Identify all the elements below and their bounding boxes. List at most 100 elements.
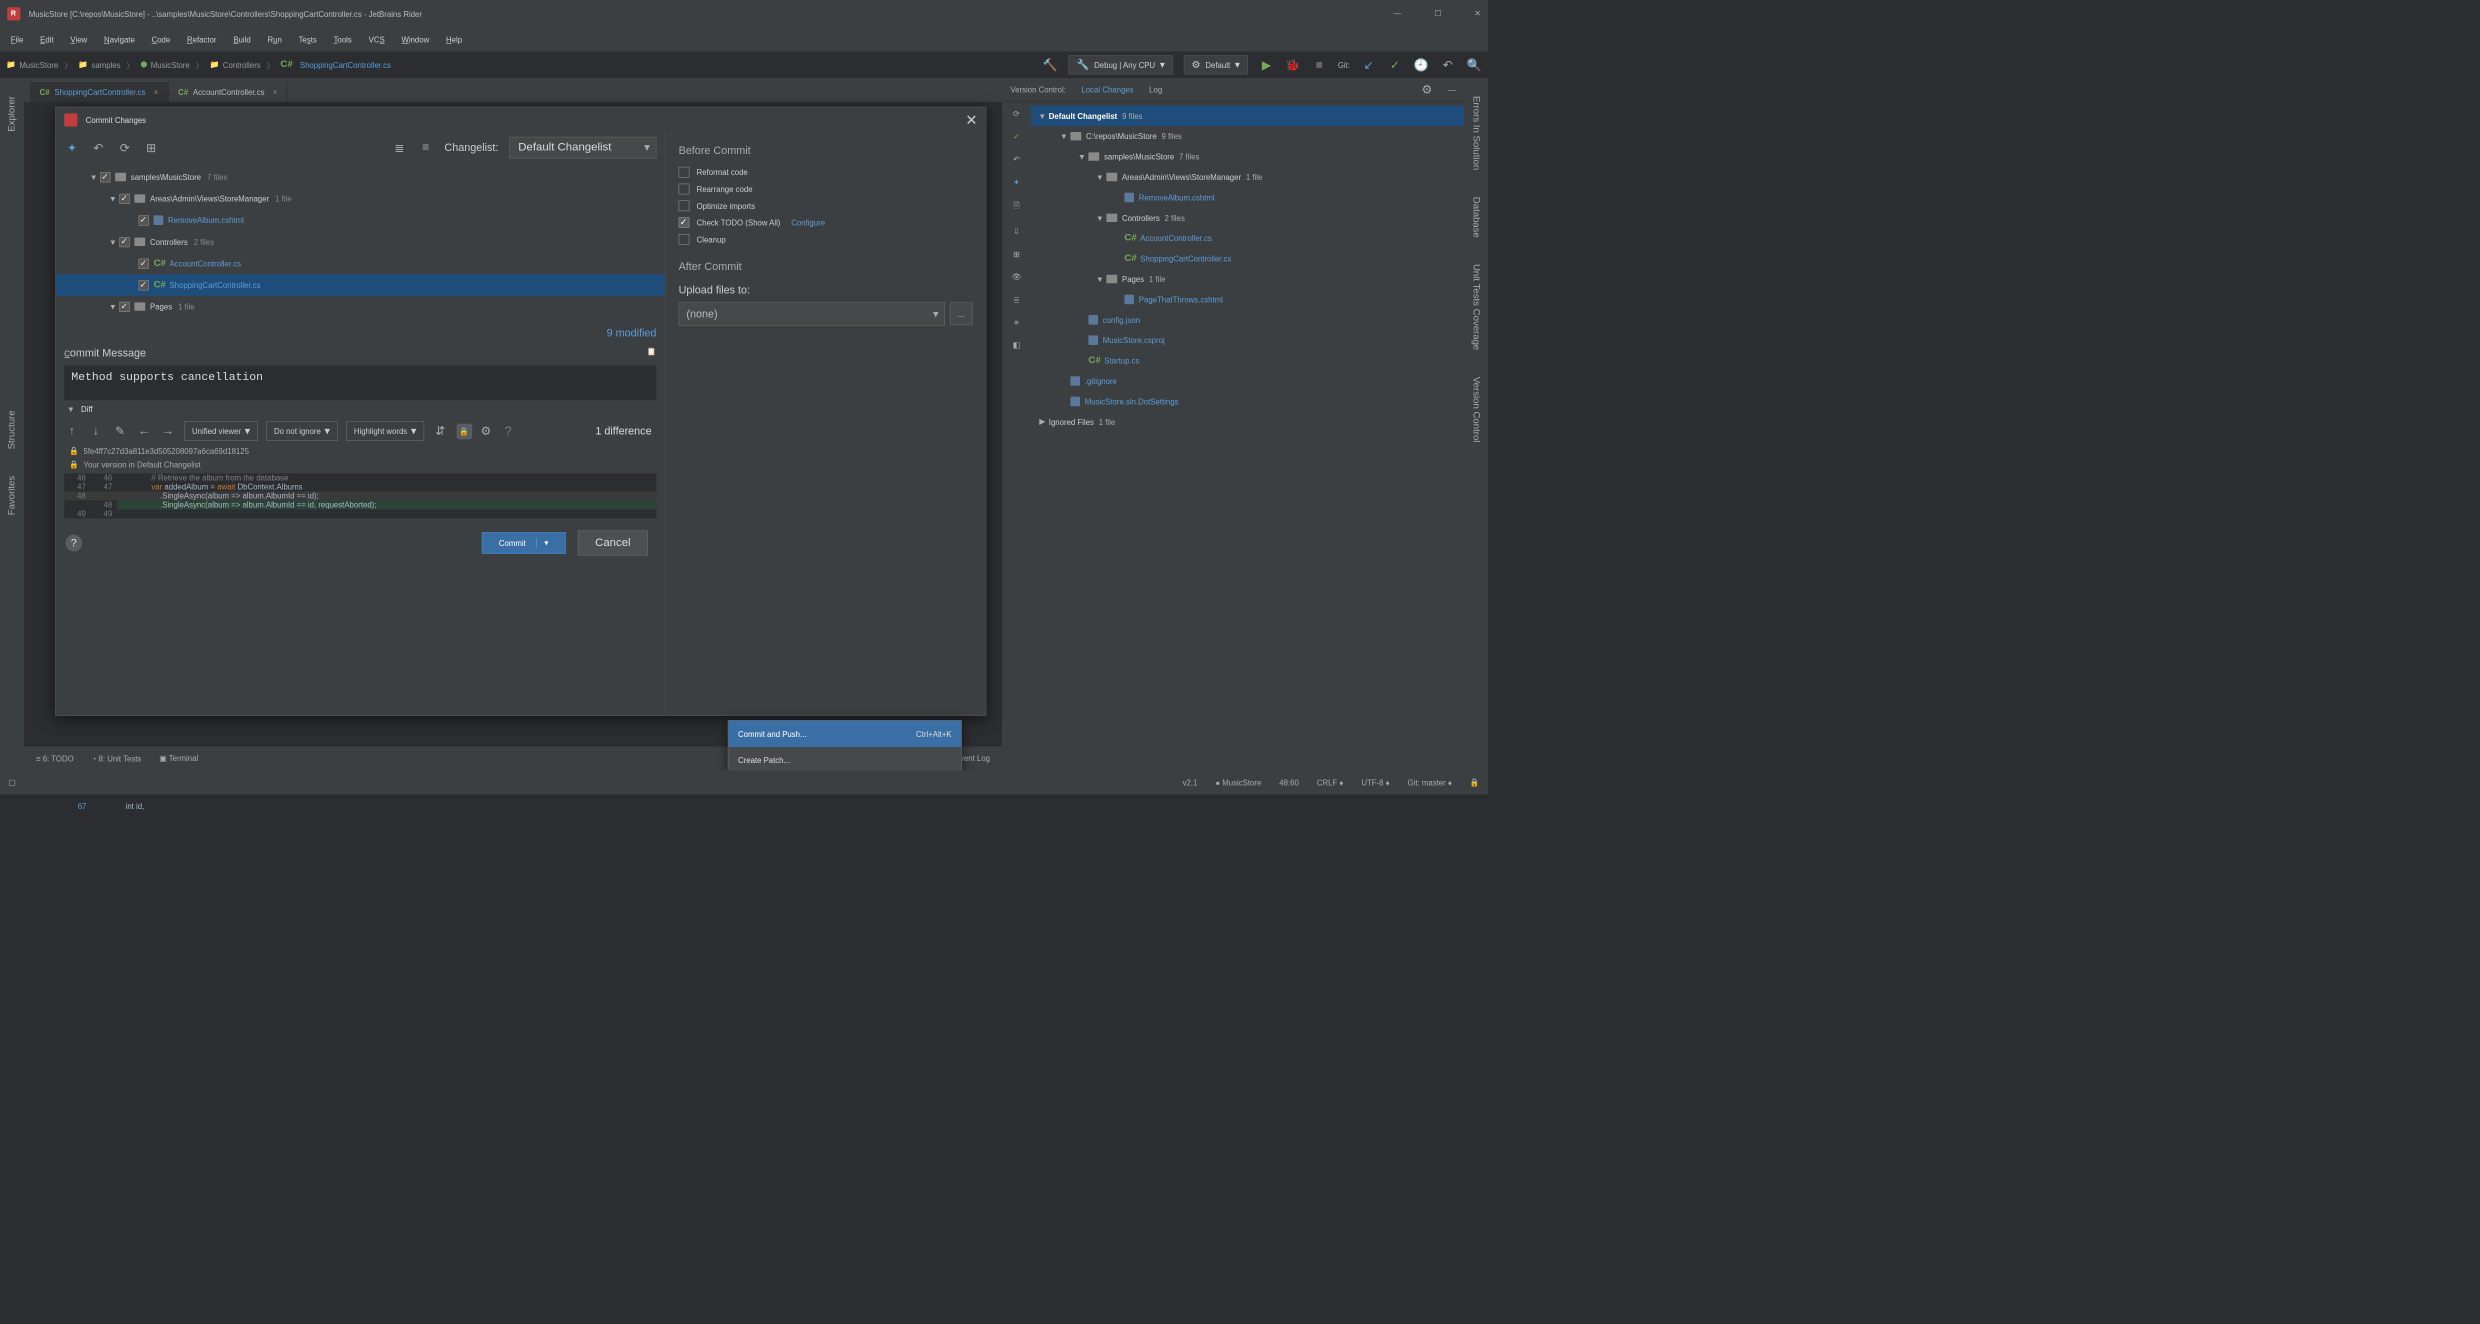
group-icon[interactable]: ⊞ bbox=[143, 140, 159, 156]
vc-tree-row[interactable]: RemoveAlbum.cshtml bbox=[1031, 187, 1464, 207]
close-icon[interactable]: × bbox=[154, 88, 159, 97]
run-icon[interactable]: ▶ bbox=[1259, 57, 1275, 73]
menu-window[interactable]: Window bbox=[401, 35, 429, 44]
changelist-select[interactable]: Default Changelist bbox=[509, 137, 656, 159]
collapse-unchanged-icon[interactable]: ⇵ bbox=[432, 423, 448, 439]
configure-link[interactable]: Configure bbox=[791, 218, 825, 227]
tool-terminal[interactable]: ▣ Terminal bbox=[159, 754, 198, 764]
gear-icon[interactable]: ⚙ bbox=[480, 424, 491, 439]
collapse-icon[interactable]: ≡ bbox=[418, 140, 434, 156]
maximize-button[interactable]: ☐ bbox=[1434, 9, 1441, 19]
menu-tools[interactable]: Tools bbox=[334, 35, 352, 44]
highlight-select[interactable]: Highlight words ▾ bbox=[346, 421, 424, 441]
back-icon[interactable]: ← bbox=[136, 423, 152, 439]
tab-shoppingcart[interactable]: C#ShoppingCartController.cs× bbox=[30, 82, 169, 102]
status-git-branch[interactable]: Git: master ♦ bbox=[1408, 778, 1452, 787]
vcs-update-icon[interactable]: ↙ bbox=[1361, 57, 1377, 73]
reload-icon[interactable]: ⟳ bbox=[117, 140, 133, 156]
checkbox[interactable] bbox=[100, 172, 110, 182]
changes-tree-row[interactable]: ▼Areas\Admin\Views\StoreManager1 file bbox=[56, 188, 665, 210]
menu-file[interactable]: File bbox=[11, 35, 24, 44]
search-icon[interactable]: 🔍 bbox=[1466, 57, 1482, 73]
menu-code[interactable]: Code bbox=[152, 35, 171, 44]
rail-tests-coverage[interactable]: Unit Tests Coverage bbox=[1471, 264, 1482, 350]
status-lock-icon[interactable]: 🔒 bbox=[1470, 778, 1480, 788]
vc-tree-row[interactable]: ▼C:\repos\MusicStore9 files bbox=[1031, 126, 1464, 146]
tool-unit-tests[interactable]: ◔ 8: Unit Tests bbox=[92, 754, 142, 763]
revert-icon[interactable]: ↶ bbox=[1013, 155, 1020, 165]
run-config-select[interactable]: 🔧 Debug | Any CPU ▾ bbox=[1069, 55, 1173, 74]
menu-help[interactable]: Help bbox=[446, 35, 462, 44]
menu-vcs[interactable]: VCS bbox=[369, 35, 385, 44]
checkbox[interactable] bbox=[679, 184, 690, 195]
refresh-icon[interactable]: ✦ bbox=[64, 140, 80, 156]
rail-errors[interactable]: Errors In Solution bbox=[1471, 96, 1482, 170]
before-commit-option[interactable]: Check TODO (Show All)Configure bbox=[679, 217, 973, 228]
before-commit-option[interactable]: Optimize imports bbox=[679, 200, 973, 211]
menu-build[interactable]: Build bbox=[233, 35, 250, 44]
vc-tree-row[interactable]: .gitignore bbox=[1031, 371, 1464, 391]
fwd-icon[interactable]: → bbox=[160, 423, 176, 439]
checkbox[interactable] bbox=[119, 237, 129, 247]
rail-database[interactable]: Database bbox=[1471, 197, 1482, 238]
checkbox[interactable] bbox=[139, 280, 149, 290]
checkbox[interactable] bbox=[679, 234, 690, 245]
prev-diff-icon[interactable]: ↑ bbox=[64, 423, 80, 439]
status-encoding[interactable]: UTF-8 ♦ bbox=[1361, 778, 1389, 787]
vc-tree-row[interactable]: C#AccountController.cs bbox=[1031, 228, 1464, 248]
collapse-icon[interactable]: ≡ bbox=[1014, 318, 1019, 327]
checkbox[interactable] bbox=[679, 167, 690, 178]
rail-structure[interactable]: Structure bbox=[7, 410, 18, 449]
changes-tree-row[interactable]: C#AccountController.cs bbox=[56, 253, 665, 275]
close-icon[interactable]: × bbox=[273, 88, 278, 97]
undo-icon[interactable]: ↶ bbox=[91, 140, 107, 156]
debug-icon[interactable]: 🐞 bbox=[1285, 57, 1301, 73]
hammer-icon[interactable]: 🔨 bbox=[1042, 57, 1058, 73]
diff-viewer[interactable]: 4646 // Retrieve the album from the data… bbox=[64, 473, 656, 518]
expand-icon[interactable]: ≣ bbox=[392, 140, 408, 156]
changes-tree-row[interactable]: C#ShoppingCartController.cs bbox=[56, 274, 665, 296]
run-target-select[interactable]: ⚙ Default ▾ bbox=[1184, 55, 1248, 74]
checkbox[interactable] bbox=[679, 217, 690, 228]
checkbox[interactable] bbox=[119, 302, 129, 312]
vc-tab-log[interactable]: Log bbox=[1149, 85, 1162, 94]
hide-icon[interactable]: — bbox=[1448, 85, 1456, 94]
vc-tree-row[interactable]: ▼Areas\Admin\Views\StoreManager1 file bbox=[1031, 167, 1464, 187]
expand-icon[interactable]: ≣ bbox=[1013, 295, 1020, 305]
vcs-history-icon[interactable]: 🕘 bbox=[1414, 57, 1430, 73]
preview-icon[interactable]: 👁 bbox=[1011, 272, 1021, 282]
changes-tree-row[interactable]: ▼Controllers2 files bbox=[56, 231, 665, 253]
vc-default-changelist[interactable]: ▼Default Changelist9 files bbox=[1031, 106, 1464, 126]
vcs-commit-icon[interactable]: ✓ bbox=[1387, 57, 1403, 73]
checkbox[interactable] bbox=[679, 200, 690, 211]
vc-tree-row[interactable]: ▼samples\MusicStore7 files bbox=[1031, 146, 1464, 166]
checkbox[interactable] bbox=[139, 215, 149, 225]
minimize-button[interactable]: — bbox=[1393, 9, 1401, 19]
vc-tree-row[interactable]: MusicStore.sln.DotSettings bbox=[1031, 391, 1464, 411]
changes-tree-row[interactable]: ▼samples\MusicStore7 files bbox=[56, 166, 665, 188]
vc-tree-row[interactable]: ▼Controllers2 files bbox=[1031, 208, 1464, 228]
vc-ignored-files[interactable]: ▶Ignored Files1 file bbox=[1031, 412, 1464, 432]
close-button[interactable]: ✕ bbox=[1474, 9, 1481, 19]
menu-run[interactable]: Run bbox=[267, 35, 281, 44]
menu-navigate[interactable]: Navigate bbox=[104, 35, 135, 44]
vcs-revert-icon[interactable]: ↶ bbox=[1440, 57, 1456, 73]
viewer-select[interactable]: Unified viewer ▾ bbox=[184, 421, 258, 441]
vc-tree-row[interactable]: PageThatThrows.cshtml bbox=[1031, 289, 1464, 309]
tool-window-toggle[interactable]: ▢ bbox=[8, 778, 15, 788]
upload-browse-button[interactable]: … bbox=[950, 302, 973, 325]
commit-dropdown-icon[interactable]: ▾ bbox=[537, 538, 549, 548]
gear-icon[interactable]: ⚙ bbox=[1421, 82, 1432, 97]
new-changelist-icon[interactable]: ✦ bbox=[1013, 178, 1020, 188]
menu-tests[interactable]: Tests bbox=[299, 35, 317, 44]
menu-view[interactable]: View bbox=[70, 35, 87, 44]
shelve-icon[interactable]: ⇩ bbox=[1013, 227, 1020, 237]
ctx-menu-item[interactable]: Commit and Push...Ctrl+Alt+K bbox=[728, 721, 961, 747]
checkbox[interactable] bbox=[119, 194, 129, 204]
menu-edit[interactable]: Edit bbox=[40, 35, 53, 44]
diff-icon[interactable]: 🗎 bbox=[1013, 200, 1019, 213]
refresh-icon[interactable]: ⟳ bbox=[1013, 109, 1020, 119]
before-commit-option[interactable]: Reformat code bbox=[679, 167, 973, 178]
status-line-ending[interactable]: CRLF ♦ bbox=[1317, 778, 1344, 787]
status-caret-pos[interactable]: 48:60 bbox=[1279, 778, 1299, 787]
